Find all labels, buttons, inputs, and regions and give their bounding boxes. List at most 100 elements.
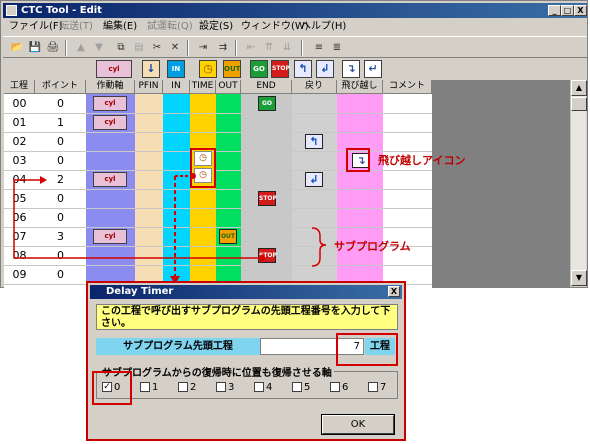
step-cell[interactable]: 05 xyxy=(4,189,35,208)
save-icon[interactable]: 💾 xyxy=(27,40,43,56)
move-up-icon[interactable]: ▲ xyxy=(73,40,89,56)
header-pfin[interactable]: PFIN xyxy=(135,80,163,94)
header-axis[interactable]: 作動軸 xyxy=(86,80,135,94)
axis-checkbox-1[interactable]: 1 xyxy=(140,382,158,393)
point-cell[interactable]: 0 xyxy=(35,189,86,208)
stop-icon[interactable]: STOP xyxy=(258,191,277,206)
align-alt-icon[interactable]: ≣ xyxy=(329,40,345,56)
scroll-up-icon[interactable]: ▲ xyxy=(571,80,587,96)
step-cell[interactable]: 06 xyxy=(4,208,35,227)
stop-icon[interactable]: STOP xyxy=(258,248,277,263)
insert-icon[interactable]: ⇥ xyxy=(195,40,211,56)
header-skip[interactable]: 飛び越し xyxy=(337,80,383,94)
scroll-down-icon[interactable]: ▼ xyxy=(571,270,587,286)
return-icon[interactable]: ↰ xyxy=(305,134,323,149)
checkbox-box[interactable] xyxy=(254,382,264,392)
close-button[interactable]: X xyxy=(574,5,587,16)
header-time[interactable]: TIME xyxy=(190,80,216,94)
point-cell[interactable]: 0 xyxy=(35,94,86,113)
checkbox-box[interactable] xyxy=(292,382,302,392)
checkbox-box[interactable] xyxy=(368,382,378,392)
print-icon[interactable]: 🖨 xyxy=(45,40,61,56)
checkbox-box[interactable] xyxy=(178,382,188,392)
cylinder-palette-icon[interactable]: cyl xyxy=(96,60,132,78)
axis-checkbox-6[interactable]: 6 xyxy=(330,382,348,393)
step-cell[interactable]: 04 xyxy=(4,170,35,189)
header-out[interactable]: OUT xyxy=(216,80,241,94)
step-insert-icon[interactable]: ⇤ xyxy=(243,40,259,56)
cylinder-icon[interactable]: cyl xyxy=(93,229,127,244)
out-palette-icon[interactable]: OUT xyxy=(223,60,241,78)
header-step[interactable]: 工程 xyxy=(4,80,35,94)
point-cell[interactable]: 2 xyxy=(35,170,86,189)
checkbox-box[interactable] xyxy=(216,382,226,392)
cylinder-icon[interactable]: cyl xyxy=(93,172,127,187)
delete-icon[interactable]: ✕ xyxy=(167,40,183,56)
checkbox-box[interactable] xyxy=(330,382,340,392)
step-cell[interactable]: 09 xyxy=(4,265,35,284)
step-cell[interactable]: 00 xyxy=(4,94,35,113)
header-comment[interactable]: コメント xyxy=(383,80,432,94)
cylinder-icon[interactable]: cyl xyxy=(93,115,127,130)
step-cell[interactable]: 01 xyxy=(4,113,35,132)
menu-help[interactable]: ヘルプ(H) xyxy=(301,19,346,35)
point-cell[interactable]: 3 xyxy=(35,227,86,246)
step-up-icon[interactable]: ⇈ xyxy=(261,40,277,56)
point-cell[interactable]: 0 xyxy=(35,246,86,265)
skip-palette-icon[interactable]: ↴ xyxy=(342,60,360,78)
header-end[interactable]: END xyxy=(241,80,292,94)
go-palette-icon[interactable]: GO xyxy=(250,60,268,78)
skip-alt-palette-icon[interactable]: ↵ xyxy=(364,60,382,78)
menu-test-run[interactable]: 試運転(Q) xyxy=(147,19,193,35)
step-cell[interactable]: 07 xyxy=(4,227,35,246)
header-point[interactable]: ポイント xyxy=(35,80,86,94)
out-icon[interactable]: OUT xyxy=(219,229,237,244)
return-alt-palette-icon[interactable]: ↲ xyxy=(316,60,334,78)
menu-window[interactable]: ウィンドウ(W) xyxy=(241,19,309,35)
menu-settings[interactable]: 設定(S) xyxy=(199,19,233,35)
in-palette-icon[interactable]: IN xyxy=(167,60,185,78)
axis-checkbox-7[interactable]: 7 xyxy=(368,382,386,393)
checkbox-box[interactable] xyxy=(140,382,150,392)
return-alt-icon[interactable]: ↲ xyxy=(305,172,323,187)
vertical-scrollbar[interactable]: ▲ ▼ xyxy=(570,80,587,286)
axis-checkbox-2[interactable]: 2 xyxy=(178,382,196,393)
point-cell[interactable]: 0 xyxy=(35,151,86,170)
menu-file[interactable]: ファイル(F) xyxy=(9,19,63,35)
move-down-icon[interactable]: ▼ xyxy=(91,40,107,56)
header-return[interactable]: 戻り xyxy=(292,80,337,94)
point-cell[interactable]: 0 xyxy=(35,208,86,227)
cut-icon[interactable]: ✂ xyxy=(149,40,165,56)
append-icon[interactable]: ⇉ xyxy=(215,40,231,56)
point-cell[interactable]: 1 xyxy=(35,113,86,132)
minimize-button[interactable]: _ xyxy=(548,5,561,16)
align-icon[interactable]: ≡ xyxy=(311,40,327,56)
dialog-close-button[interactable]: X xyxy=(388,286,400,297)
pfin-palette-icon[interactable]: ↓ xyxy=(142,60,160,78)
point-cell[interactable]: 0 xyxy=(35,132,86,151)
stop-palette-icon[interactable]: STOP xyxy=(271,60,290,78)
return-palette-icon[interactable]: ↰ xyxy=(294,60,312,78)
step-down-icon[interactable]: ⇊ xyxy=(279,40,295,56)
step-cell[interactable]: 03 xyxy=(4,151,35,170)
timer-palette-icon[interactable]: ◷ xyxy=(199,60,217,78)
copy-icon[interactable]: ⧉ xyxy=(113,40,129,56)
axis-checkbox-3[interactable]: 3 xyxy=(216,382,234,393)
point-cell[interactable]: 0 xyxy=(35,265,86,284)
ok-button[interactable]: OK xyxy=(321,414,395,435)
step-cell[interactable]: 02 xyxy=(4,132,35,151)
program-grid: 工程 ポイント 作動軸 PFIN IN TIME OUT END 戻り 飛び越し… xyxy=(4,80,570,288)
header-in[interactable]: IN xyxy=(163,80,190,94)
menu-transfer[interactable]: 転送(T) xyxy=(59,19,93,35)
menu-edit[interactable]: 編集(E) xyxy=(103,19,137,35)
skip-icon-highlight xyxy=(346,148,370,172)
go-icon[interactable]: GO xyxy=(258,96,276,111)
step-cell[interactable]: 08 xyxy=(4,246,35,265)
scroll-thumb[interactable] xyxy=(571,97,587,111)
open-folder-icon[interactable]: 📂 xyxy=(9,40,25,56)
paste-icon[interactable]: ▤ xyxy=(131,40,147,56)
axis-checkbox-4[interactable]: 4 xyxy=(254,382,272,393)
maximize-button[interactable]: □ xyxy=(561,5,574,16)
cylinder-icon[interactable]: cyl xyxy=(93,96,127,111)
axis-checkbox-5[interactable]: 5 xyxy=(292,382,310,393)
